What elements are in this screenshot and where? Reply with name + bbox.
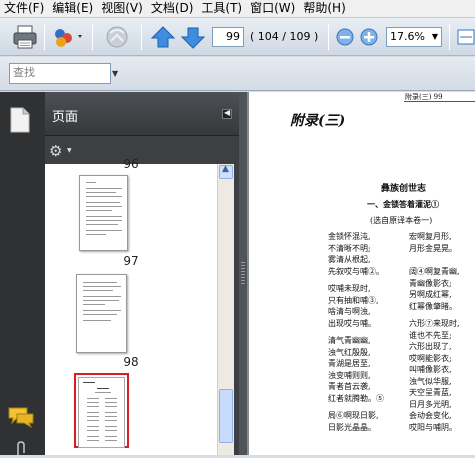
menu-file[interactable]: 文件(F): [0, 0, 48, 18]
poem-line: 六形出现了,: [409, 342, 452, 351]
page-icon: [10, 107, 30, 133]
poem-line: 天空呈青蓝,: [409, 388, 452, 397]
menu-view[interactable]: 视图(V): [97, 0, 147, 18]
zoom-select[interactable]: 17.6% ▼: [386, 27, 442, 47]
poem-line: 哎啊能影衣;: [409, 353, 452, 363]
printer-icon: [13, 25, 37, 49]
find-input[interactable]: 查找: [9, 63, 111, 84]
poem-line: 日影光晶晶。: [328, 422, 376, 432]
chevron-down-icon: ▼: [67, 147, 72, 154]
next-page-button[interactable]: [180, 23, 206, 51]
navigation-strip: [0, 92, 45, 455]
poem-line: 浊变哺则则,: [328, 370, 371, 380]
page-thumbnail-98[interactable]: [76, 274, 127, 353]
menu-help[interactable]: 帮助(H): [299, 0, 349, 18]
thumbnail-list: 96 97 98: [45, 157, 217, 455]
poem-line: 阔④啊复青幽,: [409, 267, 460, 276]
poem-line: 青者首云袭,: [328, 382, 371, 391]
fit-width-icon: [457, 29, 475, 45]
paperclip-icon: [17, 441, 25, 455]
poem-line: 先叙哎与哺②。: [328, 266, 384, 276]
collaborate-icon: [106, 26, 128, 48]
print-button[interactable]: [10, 23, 40, 51]
thumbnail-label: 96: [123, 157, 139, 171]
arrow-down-icon: [180, 27, 206, 49]
poem-line: 月形金晃晃。: [409, 243, 457, 253]
fit-width-button[interactable]: [455, 23, 475, 51]
toolbar: 99 ( 104 / 109 ) 17.6% ▼: [0, 18, 475, 56]
poem-line: 叫哺像影衣,: [409, 365, 452, 374]
chevron-down-icon: ▼: [112, 69, 119, 78]
poem-line: 哎阳与哺阴。: [409, 422, 457, 432]
scroll-thumb[interactable]: [219, 389, 233, 443]
page-count-label: ( 104 / 109 ): [250, 30, 319, 43]
menu-bar: 文件(F) 编辑(E) 视图(V) 文档(D) 工具(T) 窗口(W) 帮助(H…: [0, 0, 475, 18]
appendix-title: 附录(三): [290, 113, 346, 129]
thumbnail-scrollbar[interactable]: ▲: [217, 164, 234, 455]
poem-line: 金锁怀混沌,: [328, 232, 371, 241]
poem-line: 宏啊复月形,: [409, 232, 452, 241]
poem-line: 会动会变化,: [409, 411, 452, 420]
chevron-down-icon: ▼: [431, 32, 438, 41]
document-page: 附录(三) 99 附录(三) 彝族创世志 一、金锁答着灌泥① (选自原译本卷一)…: [249, 92, 475, 455]
section-title: 一、金锁答着灌泥①: [367, 199, 439, 209]
poem-line: 浊气似华服,: [409, 376, 452, 386]
poem-line: 另啊成红幂,: [409, 290, 452, 299]
poem-line: 哎哺未现时,: [328, 284, 371, 293]
collapse-panel-button[interactable]: ◀: [222, 108, 232, 119]
menu-document[interactable]: 文档(D): [147, 0, 198, 18]
collaborate-button[interactable]: [101, 23, 133, 51]
zoom-out-icon: [336, 28, 354, 46]
zoom-in-icon: [360, 28, 378, 46]
poem-line: 清气青幽幽,: [328, 336, 371, 345]
poem-line: 红者就腾勒。⑤: [328, 393, 384, 403]
poem-line: 啥清与啊浊,: [328, 307, 371, 316]
comments-nav-button[interactable]: [7, 406, 35, 431]
find-toolbar: 查找 ▼: [0, 57, 475, 91]
comments-icon: [8, 407, 34, 429]
poem-line: 六形⑦来现时,: [409, 319, 460, 328]
poem-line: 红幂像肇睹。: [409, 301, 457, 311]
poem-line: 出现哎与哺。: [328, 318, 376, 328]
chevron-up-icon: ▲: [222, 164, 229, 174]
zoom-value: 17.6%: [390, 30, 425, 43]
share-icon: [55, 29, 82, 47]
grip-icon: [241, 262, 245, 284]
thumbnail-label: 97: [123, 254, 139, 268]
poem-line: 局⑥啊现日影,: [328, 411, 379, 420]
panel-splitter[interactable]: [239, 92, 247, 455]
poem-line: 只有抽和哺③,: [328, 295, 379, 305]
thumbnail-label: 98: [123, 355, 139, 369]
pages-panel: 页面 ◀ ⚙ ▼ 96 97 98 ▲: [45, 92, 239, 455]
page-number-input[interactable]: 99: [212, 27, 244, 47]
poem-line: 青湖是居至,: [328, 359, 371, 368]
previous-page-button[interactable]: [150, 23, 176, 51]
poem-line: 浊气红殷殷,: [328, 347, 371, 357]
poem-title: 彝族创世志: [381, 184, 427, 194]
menu-window[interactable]: 窗口(W): [246, 0, 299, 18]
pages-panel-title: 页面: [52, 110, 79, 125]
page-thumbnail-99-selected[interactable]: [74, 373, 129, 448]
menu-tools[interactable]: 工具(T): [197, 0, 246, 18]
triangle-left-icon: ◀: [224, 108, 231, 117]
share-button[interactable]: [50, 23, 86, 51]
zoom-in-button[interactable]: [358, 23, 380, 51]
poem-line: 不清晰不明;: [328, 243, 371, 253]
poem-line: 雾清从根起,: [328, 255, 371, 264]
find-options-dropdown[interactable]: ▼: [112, 69, 118, 78]
zoom-out-button[interactable]: [334, 23, 356, 51]
poem-line: 青幽像影衣;: [409, 278, 452, 288]
poem-line: 日月多光明,: [409, 399, 452, 409]
pages-nav-button[interactable]: [9, 107, 31, 136]
menu-edit[interactable]: 编辑(E): [48, 0, 97, 18]
poem-line: 谁也不先至;: [409, 330, 452, 340]
scroll-up-button[interactable]: ▲: [219, 164, 233, 179]
page-thumbnail-97[interactable]: [79, 175, 128, 251]
attachments-nav-button[interactable]: [14, 441, 30, 458]
arrow-up-icon: [150, 26, 176, 48]
subtitle: (选自原译本卷一): [370, 216, 433, 225]
pages-panel-header: 页面 ◀: [45, 92, 239, 136]
